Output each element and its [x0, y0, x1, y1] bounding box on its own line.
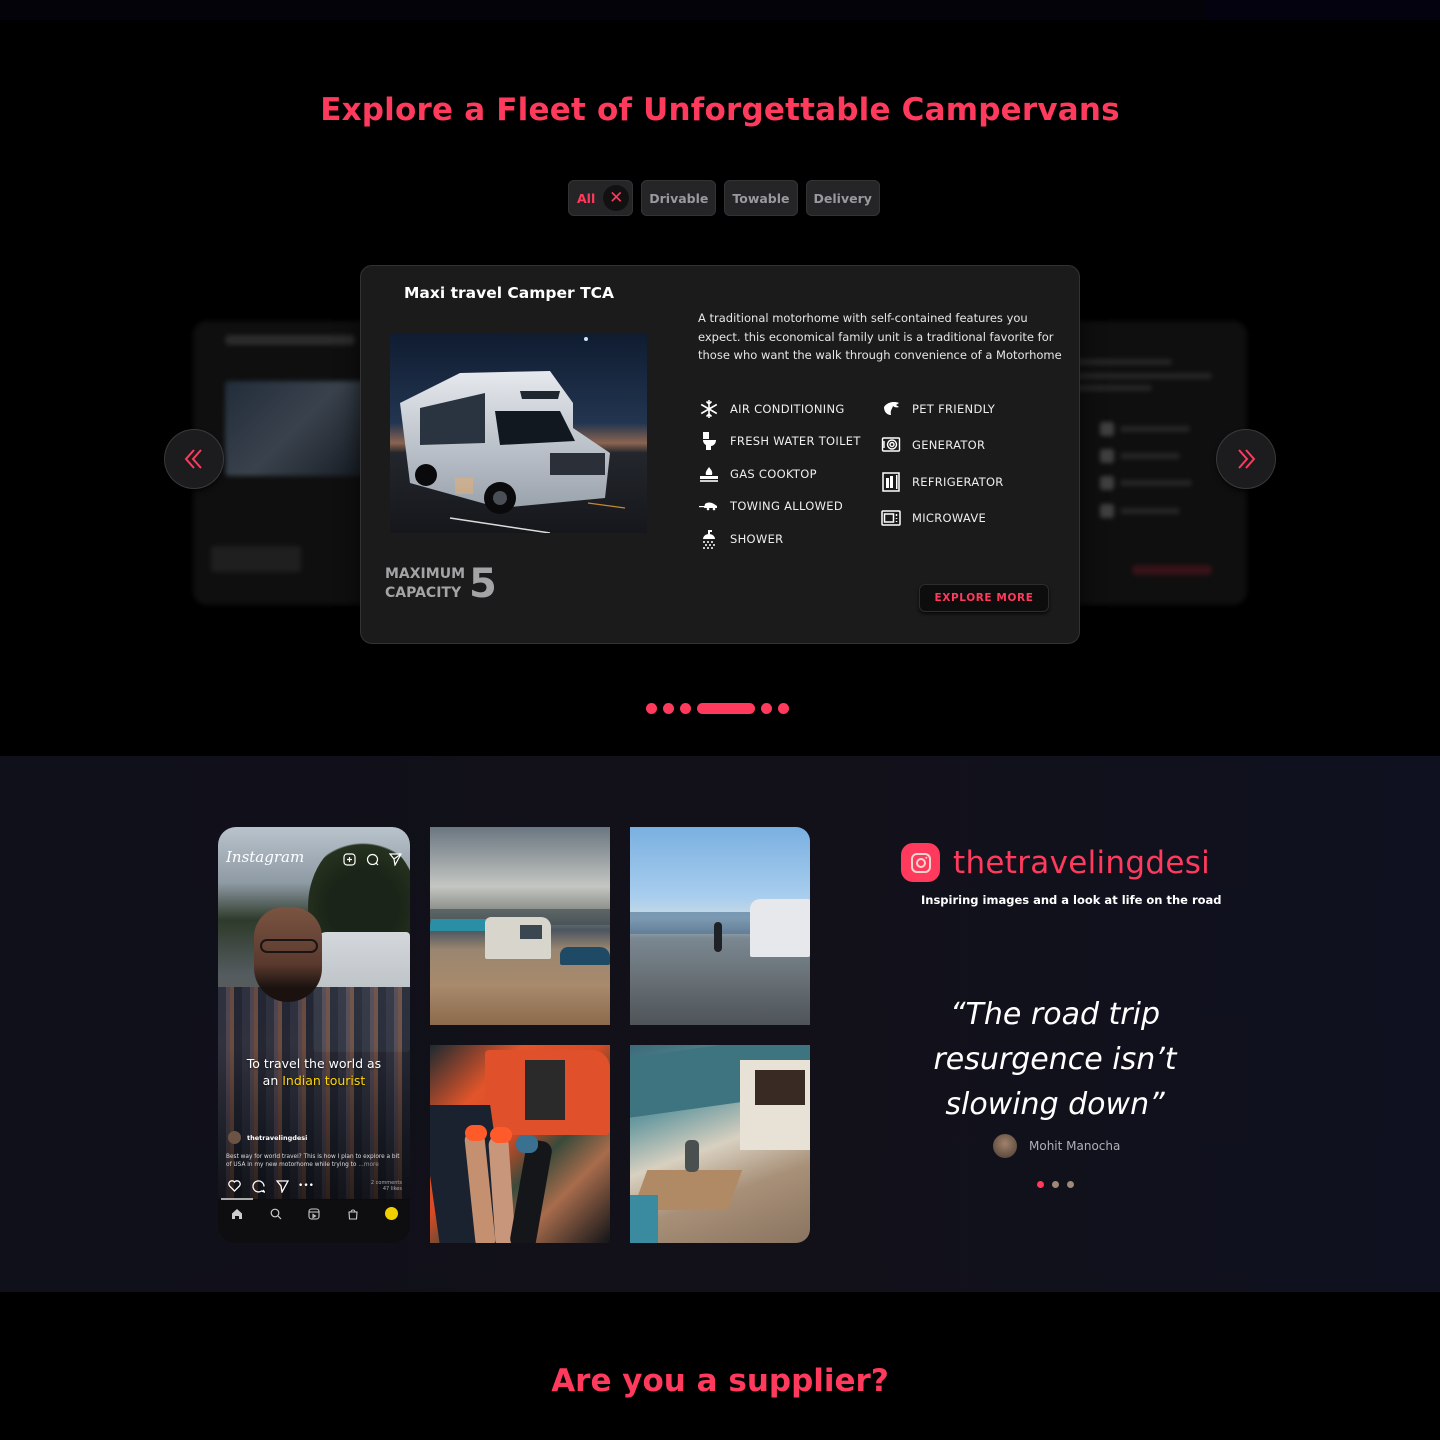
microwave-icon [880, 507, 902, 529]
instagram-handle[interactable]: thetravelingdesi [901, 843, 1210, 882]
top-strip [0, 0, 1440, 20]
gas-cooktop-icon [698, 463, 720, 485]
instagram-photo-campsite[interactable] [430, 827, 610, 1025]
supplier-title: Are you a supplier? [551, 1363, 889, 1399]
filter-chip-delivery[interactable]: Delivery [805, 180, 880, 216]
avatar [228, 1131, 241, 1144]
camper-title: Maxi travel Camper TCA [404, 284, 615, 302]
send-icon[interactable] [388, 852, 402, 866]
carousel-prev-button[interactable] [165, 430, 223, 488]
feature-gas-cooktop: GAS COOKTOP [698, 463, 817, 485]
double-chevron-right-icon [1238, 449, 1256, 469]
refrigerator-icon [880, 471, 902, 493]
pagination-dot[interactable] [680, 703, 691, 714]
post-stats: 2 comments 47 likes [370, 1180, 402, 1192]
filter-chip-towable[interactable]: Towable [724, 180, 798, 216]
shower-icon [698, 528, 720, 550]
pet-icon [880, 398, 902, 420]
feature-air-conditioning: AIR CONDITIONING [698, 398, 845, 420]
toilet-icon [698, 430, 720, 452]
comment-icon[interactable] [251, 1179, 265, 1193]
feature-microwave: MICROWAVE [880, 507, 986, 529]
filter-chip-drivable[interactable]: Drivable [641, 180, 717, 216]
heart-icon[interactable] [227, 1179, 241, 1193]
pagination-dot[interactable] [646, 703, 657, 714]
post-author[interactable]: thetravelingdesi [228, 1131, 307, 1144]
capacity-label: CAPACITY [385, 585, 462, 601]
explore-more-button[interactable]: EXPLORE MORE [919, 584, 1049, 612]
instagram-icon [901, 843, 940, 882]
messenger-icon[interactable] [365, 852, 379, 866]
pagination-dot-active[interactable] [697, 703, 755, 714]
author-name: Mohit Manocha [1029, 1139, 1121, 1153]
reel-caption: To travel the world as an Indian tourist [246, 1056, 382, 1088]
feature-shower: SHOWER [698, 528, 783, 550]
instagram-tagline: Inspiring images and a look at life on t… [921, 893, 1222, 907]
more-link[interactable]: ...more [358, 1162, 379, 1168]
instagram-handle-text: thetravelingdesi [953, 844, 1211, 881]
camper-card: Maxi travel Camper TCA A traditional mot… [360, 265, 1080, 644]
feature-fresh-water-toilet: FRESH WATER TOILET [698, 430, 861, 452]
testimonial-quote: “The road trip resurgence isn’t slowing … [933, 997, 1177, 1122]
home-icon[interactable] [230, 1207, 244, 1221]
max-capacity: MAXIMUM CAPACITY 5 [385, 564, 497, 604]
profile-avatar[interactable] [384, 1207, 398, 1220]
testimonial-author: Mohit Manocha [993, 1134, 1120, 1158]
filter-chip-label: All [577, 190, 596, 206]
camper-image [390, 333, 647, 533]
shop-icon[interactable] [346, 1207, 360, 1221]
pagination-dot[interactable] [778, 703, 789, 714]
filter-chip-all[interactable]: All ✕ [568, 180, 634, 216]
close-icon[interactable]: ✕ [603, 185, 630, 211]
instagram-photo-picnic[interactable] [630, 1045, 810, 1243]
post-text: Best way for world travel? This is how I… [226, 1154, 400, 1168]
camper-thumbnail [225, 381, 365, 476]
filter-chips: All ✕ Drivable Towable Delivery [568, 180, 880, 216]
feature-pet-friendly: PET FRIENDLY [880, 398, 995, 420]
feature-generator: GENERATOR [880, 434, 985, 456]
feature-towing-allowed: TOWING ALLOWED [698, 495, 843, 517]
fleet-title: Explore a Fleet of Unforgettable Camperv… [320, 92, 1120, 128]
pagination-dot[interactable] [761, 703, 772, 714]
pagination-dot[interactable] [1067, 1181, 1074, 1188]
carousel-next-button[interactable] [1217, 430, 1275, 488]
generator-icon [880, 434, 902, 456]
caption-highlight: Indian tourist [282, 1073, 366, 1088]
pagination-dot-active[interactable] [1037, 1181, 1044, 1188]
instagram-navbar [218, 1200, 410, 1243]
camper-description: A traditional motorhome with self-contai… [698, 311, 1062, 362]
instagram-logo: Instagram [226, 848, 305, 866]
add-post-icon[interactable] [342, 852, 356, 866]
carousel-pagination [646, 703, 789, 714]
capacity-label: MAXIMUM [385, 566, 466, 582]
snowflake-icon [698, 398, 720, 420]
ghost-capacity [211, 546, 301, 572]
towing-icon [698, 495, 720, 517]
search-icon[interactable] [269, 1207, 283, 1221]
instagram-phone-mockup: Instagram To travel the world as an Indi… [218, 827, 410, 1243]
instagram-photo-lakeside[interactable] [630, 827, 810, 1025]
more-options-icon[interactable]: ••• [298, 1179, 314, 1193]
testimonial-pagination [1037, 1181, 1074, 1188]
feature-refrigerator: REFRIGERATOR [880, 471, 1004, 493]
capacity-value: 5 [469, 561, 497, 607]
double-chevron-left-icon [184, 449, 202, 469]
pagination-dot[interactable] [663, 703, 674, 714]
reels-icon[interactable] [307, 1207, 321, 1221]
pagination-dot[interactable] [1052, 1181, 1059, 1188]
instagram-photo-hammock[interactable] [430, 1045, 610, 1243]
share-icon[interactable] [275, 1179, 289, 1193]
avatar [993, 1134, 1017, 1158]
